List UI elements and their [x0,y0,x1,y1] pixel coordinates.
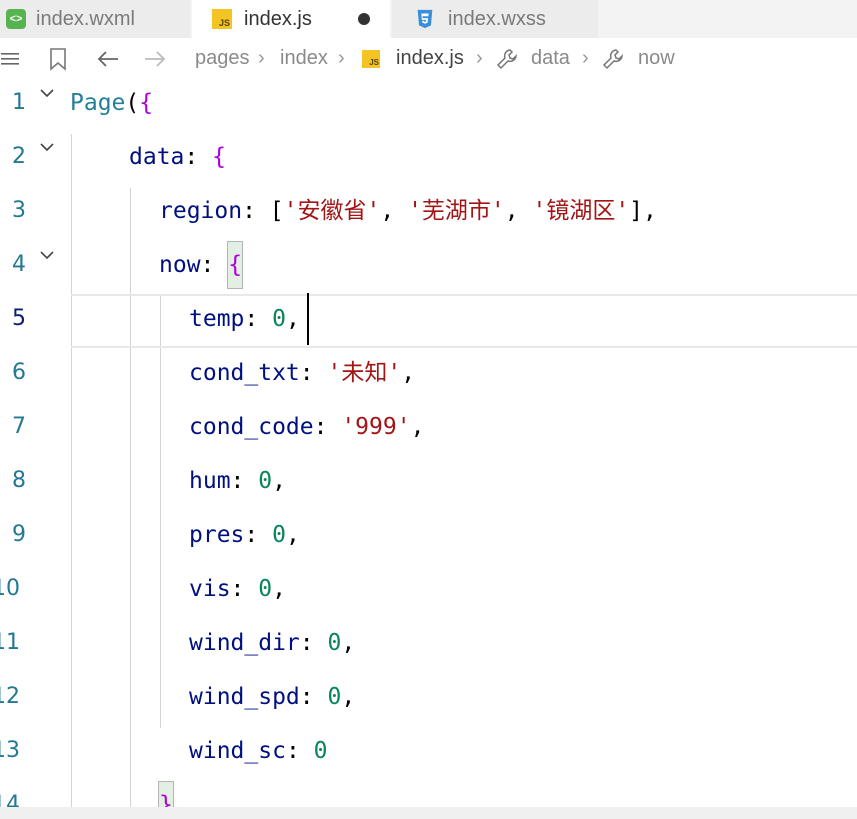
code-text: } [158,781,174,807]
chevron-right-icon: › [582,47,589,69]
line-number: 5 [12,306,26,331]
code-text: region: ['安徽省', '芜湖市', '镜湖区'], [159,198,657,224]
code-text: cond_txt: '未知', [189,360,416,386]
code-line: 12 wind_spd: 0, [0,674,857,728]
line-number: 1 [12,90,26,115]
tab-label: index.js [244,7,312,30]
line-number: 7 [12,414,26,439]
code-text: data: { [129,144,226,170]
line-number: 8 [12,468,26,493]
code-line: 11 wind_dir: 0, [0,620,857,674]
js-file-icon: JS [212,9,232,29]
code-line: 6 cond_txt: '未知', [0,350,857,404]
horizontal-scrollbar[interactable] [0,807,857,819]
tab-label: index.wxml [36,7,135,30]
tab-index-wxss[interactable]: index.wxss [392,0,598,38]
code-line: 10 vis: 0, [0,566,857,620]
code-line: 8 hum: 0, [0,458,857,512]
breadcrumb-item-index[interactable]: index [280,47,328,70]
breadcrumb-item-file[interactable]: index.js [396,47,464,70]
chevron-right-icon: › [338,47,345,69]
code-text: wind_spd: 0, [189,684,356,710]
breadcrumb-item-pages[interactable]: pages [195,47,250,70]
back-arrow-icon[interactable] [96,49,120,69]
code-line: 4 now: { [0,241,857,296]
bookmark-icon[interactable] [48,47,68,71]
line-number: 9 [12,522,26,547]
code-line: 9 pres: 0, [0,512,857,566]
list-menu-icon[interactable] [0,49,20,69]
code-text: wind_dir: 0, [189,630,356,656]
code-line: 14 } [0,781,857,807]
code-editor[interactable]: 1 Page({ 2 data: { 3 region: ['安徽省', '芜湖… [0,80,857,807]
breadcrumb-item-now[interactable]: now [638,47,675,70]
code-line: 7 cond_code: '999', [0,404,857,458]
tab-index-js[interactable]: JS index.js [192,0,390,38]
line-number: 2 [12,144,26,169]
wrench-icon [496,49,517,70]
line-number: 3 [12,198,26,223]
code-line: 5 temp: 0, [0,296,857,350]
chevron-down-icon[interactable] [38,246,56,264]
breadcrumb-item-data[interactable]: data [531,47,570,70]
tab-label: index.wxss [448,7,546,30]
line-number: 11 [0,630,20,655]
code-text: wind_sc: 0 [189,738,328,764]
code-text: now: { [159,241,244,289]
chevron-down-icon[interactable] [38,84,56,102]
code-text: vis: 0, [189,576,286,602]
chevron-right-icon: › [476,47,483,69]
js-file-icon: JS [362,50,380,68]
code-text: Page({ [70,90,154,116]
line-number: 10 [0,576,20,601]
line-number: 14 [0,792,20,807]
code-line: 2 data: { [0,134,857,188]
css-file-icon [417,9,433,29]
chevron-right-icon: › [258,47,265,69]
chevron-down-icon[interactable] [38,138,56,156]
line-number: 6 [12,360,26,385]
code-line: 3 region: ['安徽省', '芜湖市', '镜湖区'], [0,188,857,242]
text-cursor [307,293,309,345]
wxml-file-icon: <> [6,9,26,29]
unsaved-changes-icon[interactable] [358,13,370,25]
breadcrumb: pages › index › JS index.js › data › now [0,38,857,80]
tab-index-wxml[interactable]: <> index.wxml [0,0,190,38]
line-number: 12 [0,684,20,709]
code-line: 1 Page({ [0,80,857,134]
code-text: temp: 0, [189,306,300,332]
code-text: pres: 0, [189,522,300,548]
line-number: 4 [12,252,26,277]
code-text: cond_code: '999', [189,414,425,440]
editor-tab-bar: <> index.wxml JS index.js index.wxss [0,0,857,38]
wrench-icon [602,49,623,70]
code-line: 13 wind_sc: 0 [0,728,857,782]
line-number: 13 [0,738,20,763]
code-text: hum: 0, [189,468,286,494]
forward-arrow-icon[interactable] [143,49,167,69]
